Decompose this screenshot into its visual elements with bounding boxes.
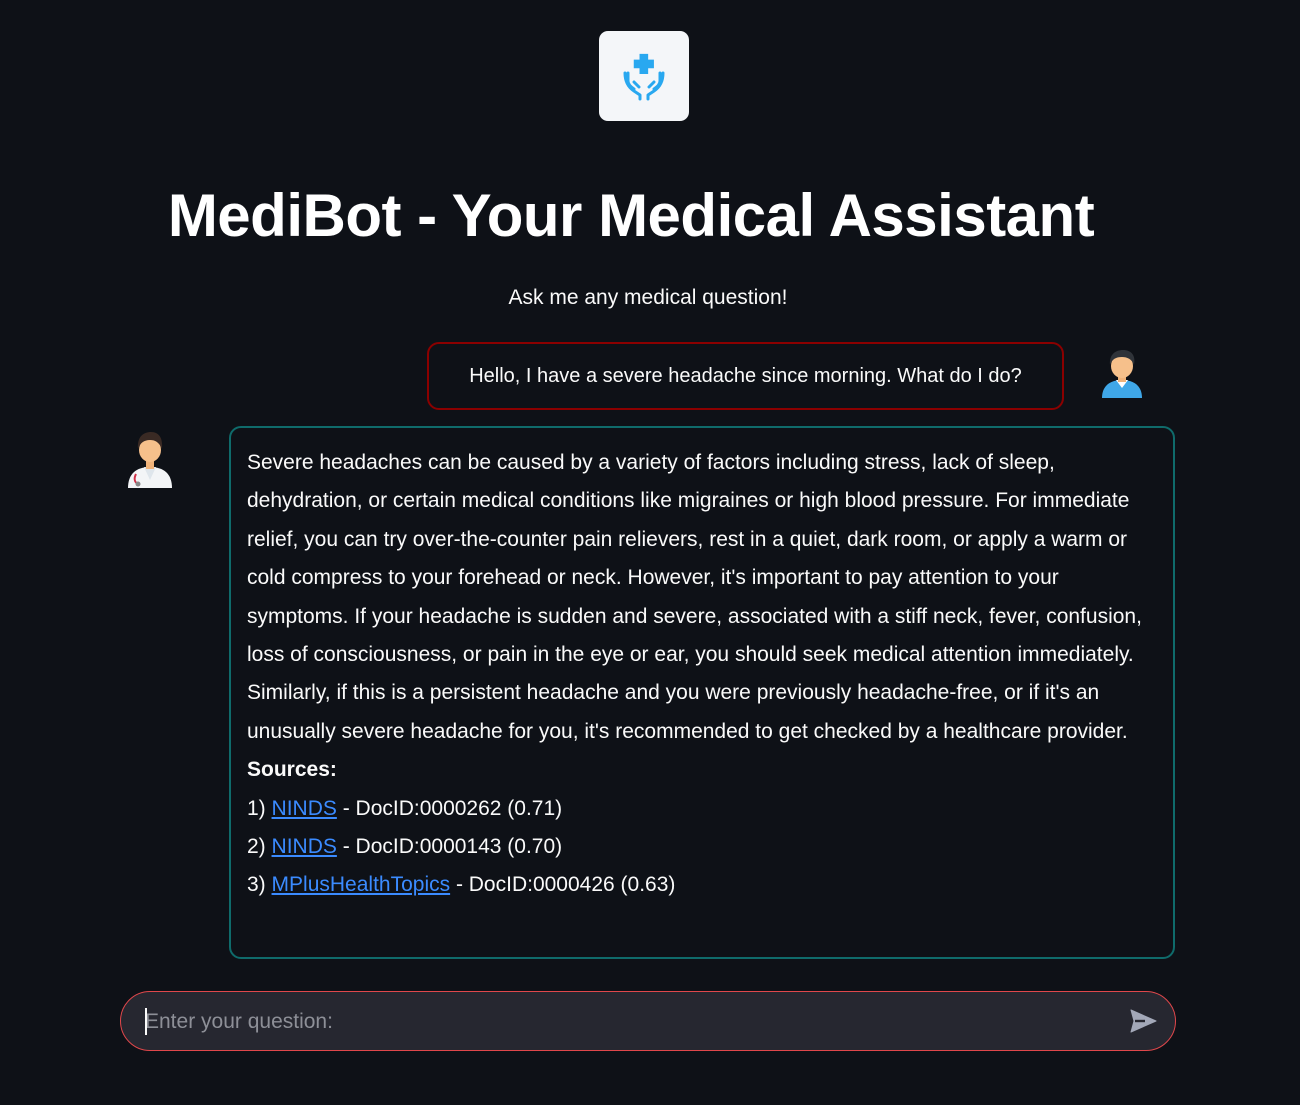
source-link[interactable]: MPlusHealthTopics <box>272 873 451 896</box>
send-icon <box>1130 1009 1157 1032</box>
chat-input-bar <box>120 991 1176 1052</box>
page-title: MediBot - Your Medical Assistant <box>167 182 1095 249</box>
sources-heading: Sources: <box>247 758 337 782</box>
app-logo <box>599 31 689 121</box>
page-subtitle: Ask me any medical question! <box>508 286 788 309</box>
assistant-message-bubble: Severe headaches can be caused by a vari… <box>229 426 1175 959</box>
source-item: 1) NINDS - DocID:0000262 (0.71) <box>247 796 563 820</box>
source-link[interactable]: NINDS <box>272 797 337 820</box>
doctor-avatar-icon <box>128 432 172 488</box>
app-page: MediBot - Your Medical Assistant Ask me … <box>0 0 1300 1105</box>
user-message-text: Hello, I have a severe headache since mo… <box>469 364 1022 387</box>
user-avatar-icon <box>1102 350 1142 398</box>
send-button[interactable] <box>1125 1004 1161 1040</box>
source-item: 3) MPlusHealthTopics - DocID:0000426 (0.… <box>247 873 676 897</box>
assistant-message-text: Severe headaches can be caused by a vari… <box>247 451 1142 743</box>
text-caret <box>145 1008 147 1035</box>
medical-hands-icon <box>623 53 665 101</box>
user-message-bubble: Hello, I have a severe headache since mo… <box>427 342 1064 410</box>
user-avatar <box>1096 346 1148 398</box>
source-item: 2) NINDS - DocID:0000143 (0.70) <box>247 835 563 859</box>
source-link[interactable]: NINDS <box>272 835 337 858</box>
question-input[interactable] <box>143 992 1107 1052</box>
assistant-avatar <box>122 424 178 488</box>
